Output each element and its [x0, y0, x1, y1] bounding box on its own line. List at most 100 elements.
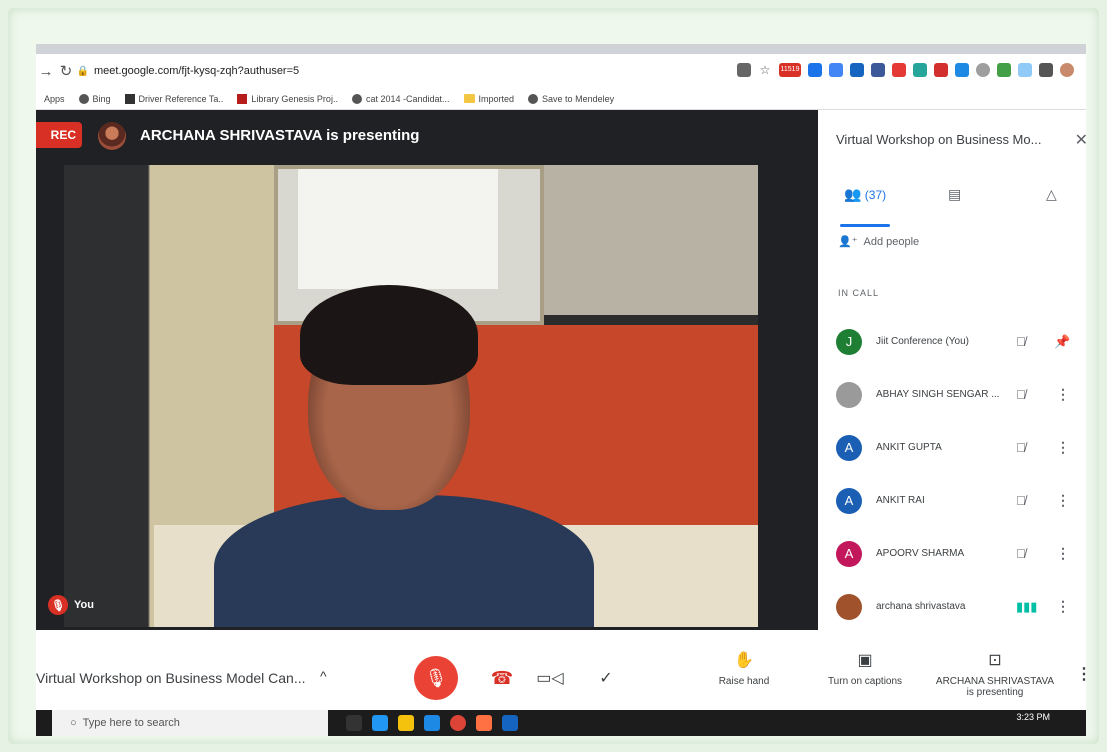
- extension-icon[interactable]: [850, 63, 864, 77]
- presenting-label: ARCHANA SHRIVASTAVA: [935, 676, 1055, 687]
- extension-icon[interactable]: [913, 63, 927, 77]
- participant-row[interactable]: A ANKIT RAI 🎙̸ ⋮: [818, 474, 1086, 527]
- close-icon[interactable]: ✕: [1075, 130, 1086, 150]
- extension-icon[interactable]: [892, 63, 906, 77]
- recording-badge: REC: [36, 122, 82, 148]
- in-call-heading: IN CALL: [838, 288, 880, 298]
- extension-icon[interactable]: [829, 63, 843, 77]
- tab-activities[interactable]: △: [1046, 186, 1057, 203]
- bookmark-label: Driver Reference Ta..: [138, 93, 224, 104]
- participant-avatar: A: [836, 434, 862, 461]
- more-vert-icon[interactable]: ⋮: [1056, 598, 1070, 615]
- taskbar-clock[interactable]: 3:23 PM: [1016, 712, 1050, 722]
- star-icon[interactable]: ☆: [758, 63, 772, 77]
- presenting-button[interactable]: ⊡ ARCHANA SHRIVASTAVA is presenting: [930, 650, 1060, 698]
- url-text[interactable]: meet.google.com/fjt-kysq-zqh?authuser=5: [94, 65, 299, 77]
- present-screen-icon: ⊡: [988, 652, 1002, 669]
- chat-icon: ▤: [948, 186, 962, 202]
- more-vert-icon[interactable]: ⋮: [1056, 439, 1070, 456]
- task-view-icon[interactable]: [346, 715, 362, 731]
- presentation-stage: REC ARCHANA SHRIVASTAVA is presenting 🎙 …: [36, 110, 818, 630]
- bookmark-imported[interactable]: Imported: [463, 94, 514, 104]
- extension-icon[interactable]: [934, 63, 948, 77]
- globe-icon: [528, 93, 539, 104]
- add-people-button[interactable]: 👤⁺ Add people: [838, 235, 919, 249]
- profile-avatar[interactable]: [1060, 63, 1074, 77]
- extension-icon[interactable]: [976, 63, 990, 77]
- bookmark-label: Save to Mendeley: [542, 93, 615, 104]
- bookmark-label: Apps: [44, 93, 65, 104]
- gmail-icon[interactable]: 11519: [779, 63, 801, 77]
- mic-off-button[interactable]: 🎙: [414, 656, 458, 700]
- presented-video[interactable]: [64, 165, 758, 627]
- folder-icon[interactable]: [398, 715, 414, 731]
- bookmark-bing[interactable]: Bing: [78, 93, 111, 104]
- check-button[interactable]: ✓: [584, 656, 628, 700]
- globe-icon: [351, 93, 362, 104]
- taskbar-search[interactable]: ○ Type here to search: [52, 710, 328, 736]
- people-icon: 👥: [844, 186, 862, 202]
- bookmark-label: cat 2014 -Candidat...: [365, 93, 450, 104]
- participant-avatar: J: [836, 328, 862, 355]
- participant-name: ABHAY SINGH SENGAR ...: [876, 389, 1000, 400]
- leave-call-button[interactable]: ☎: [480, 656, 524, 700]
- participant-avatar: [836, 381, 862, 408]
- mic-off-icon: 🎙̸: [1016, 493, 1026, 508]
- tab-people[interactable]: 👥 (37): [844, 186, 886, 203]
- self-label-text: You: [74, 599, 94, 611]
- meeting-details-label[interactable]: Virtual Workshop on Business Model Can..…: [36, 670, 306, 686]
- windows-taskbar: ○ Type here to search 3:23 PM: [36, 710, 1086, 736]
- tab-chat[interactable]: ▤: [948, 186, 961, 203]
- forward-icon[interactable]: →: [36, 63, 56, 80]
- camera-icon[interactable]: [737, 63, 751, 77]
- participant-row[interactable]: A APOORV SHARMA 🎙̸ ⋮: [818, 527, 1086, 580]
- presenting-label: is presenting: [966, 687, 1024, 698]
- bookmark-label: Library Genesis Proj..: [251, 93, 338, 104]
- globe-icon: [78, 93, 89, 104]
- browser-window: → ↻ 🔒 meet.google.com/fjt-kysq-zqh?authu…: [36, 44, 1086, 734]
- bookmarks-bar: Apps Bing Driver Reference Ta.. Library …: [36, 88, 1086, 110]
- edge-icon[interactable]: [372, 715, 388, 731]
- more-vert-icon[interactable]: ⋮: [1056, 492, 1070, 509]
- extension-icon[interactable]: [808, 63, 822, 77]
- participant-avatar: [836, 593, 862, 620]
- camera-button[interactable]: ▭◁: [528, 656, 572, 700]
- captions-button[interactable]: ▣ Turn on captions: [820, 650, 910, 687]
- word-icon[interactable]: [502, 715, 518, 731]
- chrome-icon[interactable]: [450, 715, 466, 731]
- participant-row[interactable]: J Jiit Conference (You) 🎙̸ 📌: [818, 315, 1086, 368]
- bookmark-label: Bing: [92, 93, 111, 104]
- more-options-icon[interactable]: ⋮: [1076, 664, 1086, 684]
- participant-row[interactable]: archana shrivastava ▮▮▮ ⋮: [818, 580, 1086, 633]
- bookmark-driver-reference[interactable]: Driver Reference Ta..: [124, 93, 224, 104]
- bookmark-cat-2014[interactable]: cat 2014 -Candidat...: [351, 93, 450, 104]
- puzzle-icon[interactable]: [1039, 63, 1053, 77]
- self-tile-label: 🎙 You: [48, 595, 94, 615]
- chevron-up-icon[interactable]: ^: [320, 668, 327, 684]
- app-icon[interactable]: [476, 715, 492, 731]
- address-bar: → ↻ 🔒 meet.google.com/fjt-kysq-zqh?authu…: [36, 54, 1086, 88]
- panel-title: Virtual Workshop on Business Mo...: [836, 132, 1042, 147]
- participant-row[interactable]: A ANKIT GUPTA 🎙̸ ⋮: [818, 421, 1086, 474]
- check-icon: ✓: [599, 670, 613, 687]
- participant-name: ANKIT RAI: [876, 495, 925, 506]
- facebook-icon[interactable]: [871, 63, 885, 77]
- reload-icon[interactable]: ↻: [56, 62, 76, 80]
- page-icon: [237, 93, 248, 104]
- extension-icon[interactable]: [1018, 63, 1032, 77]
- bookmark-library-genesis[interactable]: Library Genesis Proj..: [237, 93, 338, 104]
- meet-app: REC ARCHANA SHRIVASTAVA is presenting 🎙 …: [36, 110, 1086, 734]
- check-extension-icon[interactable]: [997, 63, 1011, 77]
- bookmark-save-to-mendeley[interactable]: Save to Mendeley: [528, 93, 615, 104]
- extension-icon[interactable]: [955, 63, 969, 77]
- more-vert-icon[interactable]: ⋮: [1056, 386, 1070, 403]
- search-icon: ○: [70, 717, 77, 729]
- participant-row[interactable]: ABHAY SINGH SENGAR ... 🎙̸ ⋮: [818, 368, 1086, 421]
- raise-hand-button[interactable]: ✋ Raise hand: [716, 650, 772, 687]
- lock-icon[interactable]: 🔒: [76, 66, 90, 77]
- shapes-icon: △: [1046, 186, 1057, 202]
- pin-off-icon[interactable]: 📌: [1054, 334, 1070, 350]
- mail-icon[interactable]: [424, 715, 440, 731]
- more-vert-icon[interactable]: ⋮: [1056, 545, 1070, 562]
- bookmark-apps[interactable]: Apps: [44, 94, 65, 104]
